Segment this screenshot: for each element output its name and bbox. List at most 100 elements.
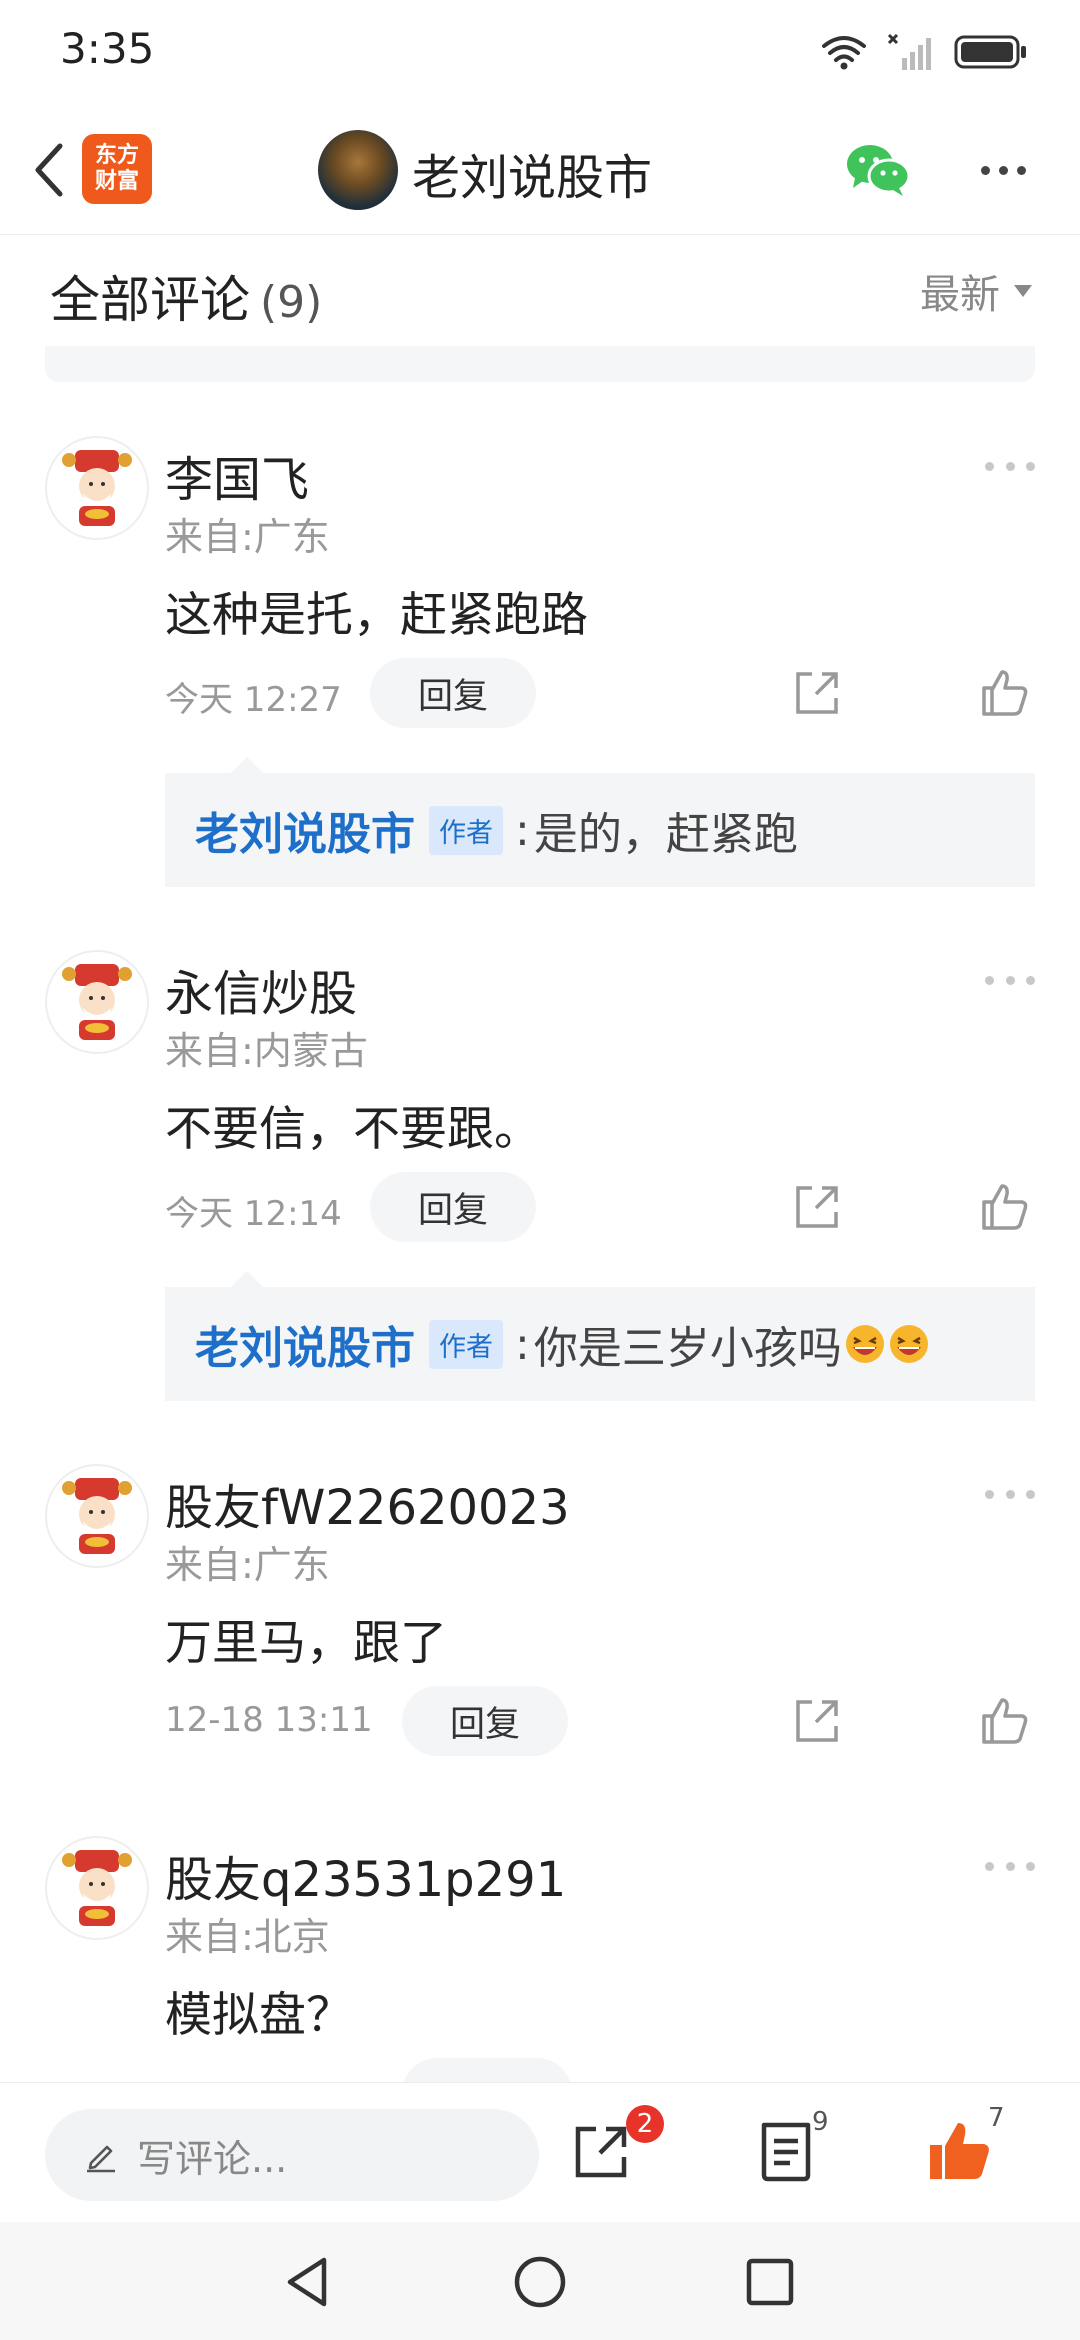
caishen-avatar-icon	[62, 1478, 132, 1554]
caishen-avatar-icon	[62, 450, 132, 526]
comments-section-header: 全部评论 (9) 最新	[0, 236, 1080, 346]
thumbs-up-filled-icon[interactable]	[924, 2115, 996, 2187]
author-badge: 作者	[429, 805, 503, 855]
comment-text: 不要信，不要跟。	[165, 1102, 541, 1157]
more-dot	[985, 461, 994, 471]
reply-colon: :	[515, 804, 530, 856]
comment-count: (9)	[260, 277, 323, 328]
like-count: 7	[988, 2103, 1005, 2133]
logo-line2: 财富	[94, 169, 139, 194]
signal-icon	[887, 33, 931, 70]
comment-more-button[interactable]	[985, 1484, 1035, 1504]
logo-line1: 东方	[94, 143, 139, 168]
avatar[interactable]	[45, 1464, 149, 1568]
status-icons	[820, 28, 1028, 76]
more-dot	[998, 165, 1008, 175]
comment-time: 今天 12:27	[165, 680, 342, 720]
chevron-left-icon	[35, 143, 63, 197]
commenter-location: 来自:北京	[165, 1915, 330, 1959]
share-icon[interactable]	[790, 666, 844, 720]
laughing-emoji-icon	[889, 1325, 928, 1363]
wechat-icon	[847, 145, 911, 196]
avatar[interactable]	[45, 436, 149, 540]
nav-back-icon[interactable]	[278, 2252, 338, 2312]
author-badge: 作者	[429, 1319, 503, 1369]
more-dot	[1026, 1489, 1035, 1499]
thumbs-up-icon[interactable]	[978, 1694, 1032, 1748]
avatar[interactable]	[45, 1836, 149, 1940]
system-navigation-bar	[0, 2222, 1080, 2340]
more-dot	[1026, 975, 1035, 985]
comment-time: 今天 12:14	[165, 1194, 342, 1234]
author-reply[interactable]: 老刘说股市 作者 : 你是三岁小孩吗	[165, 1271, 1035, 1401]
nav-home-icon[interactable]	[510, 2252, 570, 2312]
commenter-name[interactable]: 股友q23531p291	[165, 1840, 566, 1910]
commenter-location: 来自:广东	[165, 515, 330, 559]
caishen-avatar-icon	[62, 964, 132, 1040]
more-dot	[1005, 461, 1015, 471]
author-name[interactable]: 老刘说股市	[412, 138, 652, 208]
wechat-share-button[interactable]	[845, 140, 911, 200]
reply-text: 你是三岁小孩吗	[533, 1323, 842, 1374]
more-options-button[interactable]	[968, 147, 1038, 193]
header: 东方 财富 老刘说股市	[0, 105, 1080, 235]
more-dot	[985, 1861, 994, 1871]
commenter-name[interactable]: 永信炒股	[165, 954, 357, 1024]
more-dot	[1005, 1489, 1015, 1499]
reply-button[interactable]: 回复	[370, 1172, 537, 1242]
sort-dropdown[interactable]: 最新	[920, 262, 1032, 320]
more-dot	[1026, 1861, 1035, 1871]
commenter-name[interactable]: 李国飞	[165, 440, 309, 510]
sort-label: 最新	[920, 272, 1000, 318]
comment-more-button[interactable]	[985, 1856, 1035, 1876]
battery-icon	[954, 35, 1026, 69]
previous-reply-box	[45, 346, 1035, 382]
avatar[interactable]	[45, 950, 149, 1054]
write-comment-placeholder: 写评论...	[137, 2136, 288, 2181]
nav-recents-icon[interactable]	[740, 2252, 800, 2312]
bottom-action-bar: 写评论... 2 9 7	[0, 2082, 1080, 2222]
comment-text: 模拟盘？	[165, 1988, 353, 2043]
reply-button[interactable]: 回复	[402, 1686, 569, 1756]
reply-button[interactable]: 回复	[370, 658, 537, 728]
status-time: 3:35	[60, 24, 155, 73]
comment-more-button[interactable]	[985, 970, 1035, 990]
share-icon[interactable]	[790, 1180, 844, 1234]
author-reply[interactable]: 老刘说股市 作者 : 是的，赶紧跑	[165, 757, 1035, 887]
thumbs-up-icon[interactable]	[978, 1180, 1032, 1234]
share-count-badge: 2	[626, 2105, 664, 2143]
back-button[interactable]	[20, 135, 80, 205]
more-dot	[985, 975, 994, 985]
reply-author[interactable]: 老刘说股市	[195, 1312, 415, 1376]
reply-author[interactable]: 老刘说股市	[195, 798, 415, 862]
comment-text: 万里马，跟了	[165, 1616, 447, 1671]
commenter-location: 来自:广东	[165, 1543, 330, 1587]
reply-text: 是的，赶紧跑	[533, 809, 798, 860]
share-icon[interactable]	[790, 1694, 844, 1748]
more-dot	[1005, 1861, 1015, 1871]
app-logo[interactable]: 东方 财富	[82, 134, 152, 204]
comment-text: 这种是托，赶紧跑路	[165, 588, 588, 643]
status-bar: 3:35	[0, 0, 1080, 105]
comment-more-button[interactable]	[985, 456, 1035, 476]
reply-colon: :	[515, 1318, 530, 1370]
more-dot	[1005, 975, 1015, 985]
write-comment-input[interactable]: 写评论...	[45, 2109, 539, 2201]
more-dot	[985, 1489, 994, 1499]
comment-time: 12-18 13:11	[165, 1700, 373, 1740]
caret-down-icon	[1014, 285, 1032, 297]
wifi-icon	[822, 36, 866, 70]
commenter-name[interactable]: 股友fW22620023	[165, 1468, 570, 1538]
reply-button[interactable]	[402, 2058, 572, 2082]
comment-item: 股友q23531p291 来自:北京 模拟盘？	[0, 1830, 1080, 2082]
author-avatar[interactable]	[318, 130, 398, 210]
section-title-text: 全部评论	[50, 271, 250, 329]
caishen-avatar-icon	[62, 1850, 132, 1926]
more-dot	[980, 165, 990, 175]
more-dot	[1016, 165, 1026, 175]
pencil-icon	[87, 2145, 115, 2173]
laughing-emoji-icon	[845, 1325, 884, 1363]
thumbs-up-icon[interactable]	[978, 666, 1032, 720]
screen: 3:35 东方 财富 老刘说股市 全部评论 (9) 最新 李国飞 来自:广东 这…	[0, 0, 1080, 2340]
section-title: 全部评论 (9)	[50, 260, 322, 332]
